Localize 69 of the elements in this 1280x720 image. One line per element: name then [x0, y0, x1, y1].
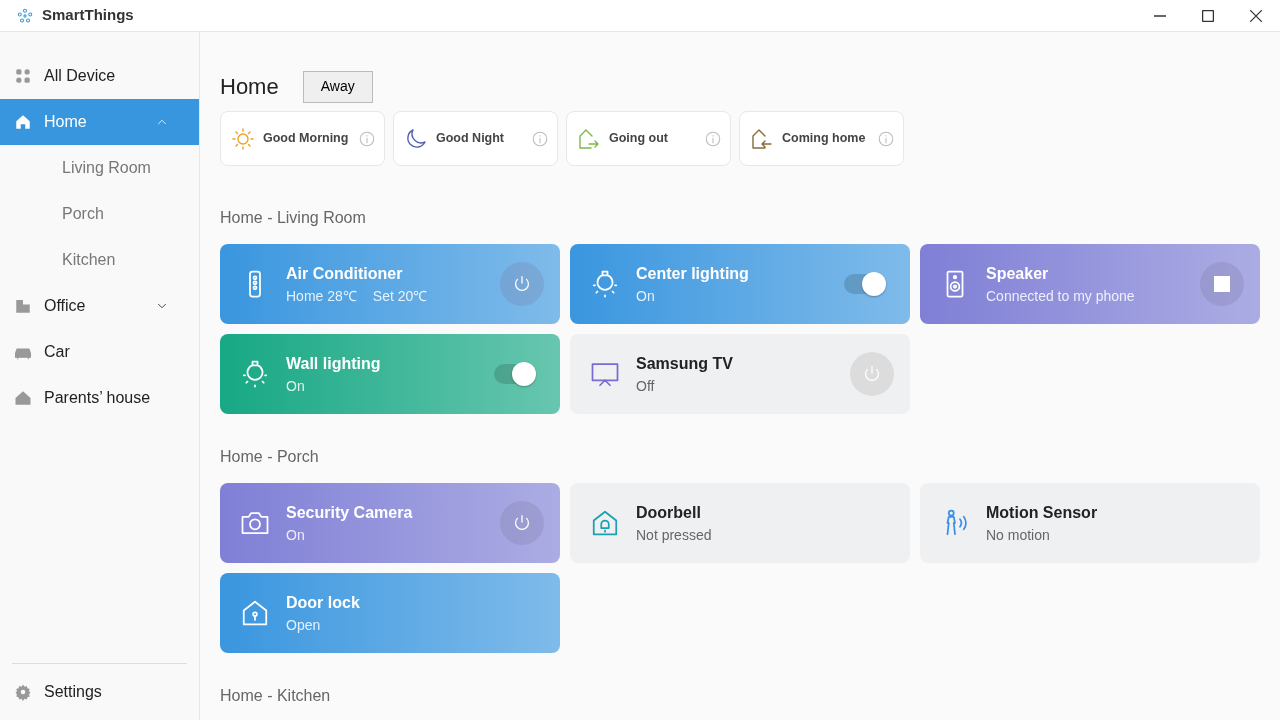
sidebar-item[interactable]: Office — [0, 283, 199, 329]
scene-card[interactable]: Going out — [566, 111, 731, 166]
device-status: Off — [636, 376, 655, 396]
sun-icon — [231, 126, 255, 151]
light-bulb-icon — [590, 269, 620, 299]
grid-icon — [14, 67, 32, 85]
device-name: Speaker — [986, 263, 1050, 284]
power-button[interactable] — [850, 352, 894, 396]
stop-button[interactable] — [1200, 262, 1244, 306]
minimize-icon — [1154, 14, 1166, 17]
away-button[interactable]: Away — [302, 70, 373, 103]
building-icon — [14, 297, 32, 315]
sidebar-item[interactable]: Parents’ house — [0, 375, 199, 421]
device-status: Open — [286, 615, 321, 635]
info-icon — [877, 129, 895, 148]
sidebar-subitem[interactable]: Kitchen — [62, 248, 116, 272]
scene-card[interactable]: Good Morning — [220, 111, 385, 166]
settings-item[interactable]: Settings — [0, 669, 199, 715]
device-status: Connected to my phone — [986, 286, 1135, 306]
device-status: Home 28℃ — [286, 286, 357, 306]
scene-label: Good Night — [436, 130, 506, 148]
device-name: Samsung TV — [636, 353, 734, 374]
sidebar-item[interactable]: Car — [0, 329, 199, 375]
device-name: Wall lighting — [286, 353, 382, 374]
home-icon — [14, 113, 32, 131]
device-status: Set 20℃ — [372, 286, 428, 306]
section-title: Home - Living Room — [220, 208, 367, 228]
sidebar-subitem[interactable]: Living Room — [62, 156, 151, 180]
page-title: Home — [220, 73, 279, 101]
app-title: SmartThings — [42, 5, 134, 26]
moon-icon — [404, 126, 428, 151]
device-name: Security Camera — [286, 502, 414, 523]
device-status: On — [636, 286, 655, 306]
device-name: Center lighting — [636, 263, 750, 284]
toggle-switch[interactable] — [494, 364, 534, 384]
device-name: Doorbell — [636, 502, 702, 523]
scene-label: Good Morning — [263, 130, 350, 148]
light-bulb-icon — [240, 359, 270, 389]
settings-icon — [14, 683, 32, 701]
scene-card[interactable]: Good Night — [393, 111, 558, 166]
device-name: Door lock — [286, 592, 361, 613]
device-status: No motion — [986, 525, 1050, 545]
info-icon — [358, 129, 376, 148]
device-name: Motion Sensor — [986, 502, 1099, 523]
sidebar-subitem[interactable]: Porch — [62, 202, 104, 226]
house-icon — [14, 389, 32, 407]
device-status: On — [286, 376, 305, 396]
toggle-switch[interactable] — [844, 274, 884, 294]
scene-card[interactable]: Coming home — [739, 111, 904, 166]
house-bell-icon — [590, 508, 620, 538]
power-button[interactable] — [500, 262, 544, 306]
section-title: Home - Kitchen — [220, 686, 332, 706]
sidebar-item[interactable]: All Device — [0, 53, 199, 99]
device-name: Air Conditioner — [286, 263, 404, 284]
section-title: Home - Porch — [220, 447, 320, 467]
info-icon — [531, 129, 549, 148]
close-icon — [1250, 9, 1262, 22]
scene-label: Going out — [609, 130, 669, 148]
device-status: Not pressed — [636, 525, 712, 545]
house-keyhole-icon — [240, 598, 270, 628]
device-card[interactable]: Samsung TV Off — [570, 334, 910, 414]
info-icon — [704, 129, 722, 148]
device-card[interactable]: Motion Sensor No motion — [920, 483, 1260, 563]
device-status: On — [286, 525, 305, 545]
maximize-icon — [1202, 9, 1214, 22]
power-button[interactable] — [500, 501, 544, 545]
network-logo-icon — [16, 6, 34, 25]
scene-label: Coming home — [782, 130, 867, 148]
device-card[interactable]: Doorbell Not pressed — [570, 483, 910, 563]
